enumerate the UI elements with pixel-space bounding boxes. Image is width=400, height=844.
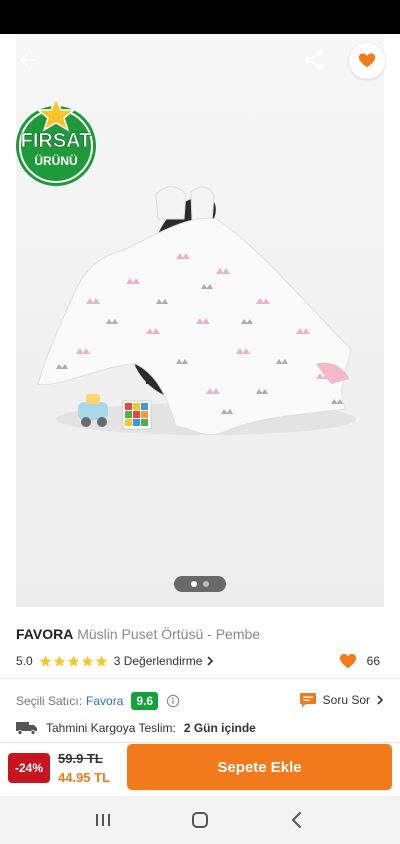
recent-apps-button[interactable] [91, 808, 115, 832]
product-title: FAVORA Müslin Puset Örtüsü - Pembe [16, 626, 260, 642]
share-icon [305, 50, 323, 70]
badge-line2: ÜRÜNÜ [34, 153, 77, 168]
ask-question-label: Soru Sor [322, 693, 370, 707]
product-name: Müslin Puset Örtüsü - Pembe [77, 626, 261, 642]
likes-counter[interactable]: 66 [339, 653, 380, 669]
likes-count: 66 [366, 654, 380, 668]
share-button[interactable] [298, 44, 330, 76]
current-price: 44.95 TL [58, 770, 111, 785]
favorite-button[interactable] [349, 43, 385, 79]
product-info: FAVORA Müslin Puset Örtüsü - Pembe 5.0 3… [0, 607, 400, 742]
star-icon [39, 655, 52, 667]
system-back-button[interactable] [285, 808, 309, 832]
gallery-pager[interactable] [174, 576, 226, 592]
seller-score-badge: 9.6 [131, 692, 159, 710]
rating-row: 5.0 3 Değerlendirme 66 [16, 653, 384, 669]
rating-value: 5.0 [16, 654, 33, 668]
arrow-left-icon [20, 53, 36, 67]
heart-icon [358, 53, 376, 68]
heart-icon [339, 653, 356, 669]
gallery-right-edge [384, 34, 400, 607]
rating-stars [39, 655, 108, 668]
pager-dot[interactable] [203, 581, 209, 587]
ask-question-button[interactable]: Soru Sor [299, 692, 384, 708]
star-icon [67, 655, 80, 667]
seller-row: Seçili Satıcı: Favora 9.6 Soru Sor [16, 692, 384, 710]
old-price: 59.9 TL [58, 751, 103, 766]
star-icon [95, 655, 108, 667]
shipping-label: Tahmini Kargoya Teslim: [46, 721, 176, 735]
reviews-link[interactable]: 3 Değerlendirme [114, 654, 215, 668]
firsat-urunu-badge: FIRSAT ÜRÜNÜ [10, 96, 102, 188]
info-icon[interactable] [166, 694, 180, 708]
chevron-right-icon [207, 656, 214, 666]
truck-icon [16, 722, 37, 735]
home-icon [191, 812, 208, 828]
discount-badge: -24% [8, 753, 50, 783]
purchase-bar: -24% 59.9 TL 44.95 TL Sepete Ekle [0, 742, 400, 796]
recent-apps-icon [96, 814, 111, 826]
shipping-value: 2 Gün içinde [183, 721, 256, 735]
star-icon [81, 655, 94, 667]
back-icon [291, 812, 301, 828]
badge-line1: FIRSAT [21, 130, 92, 152]
reviews-label: 3 Değerlendirme [113, 654, 203, 668]
star-icon [53, 655, 66, 667]
home-button[interactable] [188, 808, 212, 832]
seller-name-link[interactable]: Favora [86, 694, 123, 708]
shipping-row: Tahmini Kargoya Teslim: 2 Gün içinde [16, 721, 256, 735]
status-bar [0, 0, 400, 34]
chat-bubble-icon [299, 693, 316, 707]
product-brand[interactable]: FAVORA [16, 626, 73, 642]
pager-dot-active[interactable] [191, 581, 197, 587]
divider [0, 678, 400, 679]
add-to-cart-button[interactable]: Sepete Ekle [127, 744, 392, 790]
back-button[interactable] [12, 44, 44, 76]
chevron-right-icon [377, 695, 384, 705]
system-nav-bar [0, 796, 400, 844]
seller-label: Seçili Satıcı: [16, 694, 83, 708]
